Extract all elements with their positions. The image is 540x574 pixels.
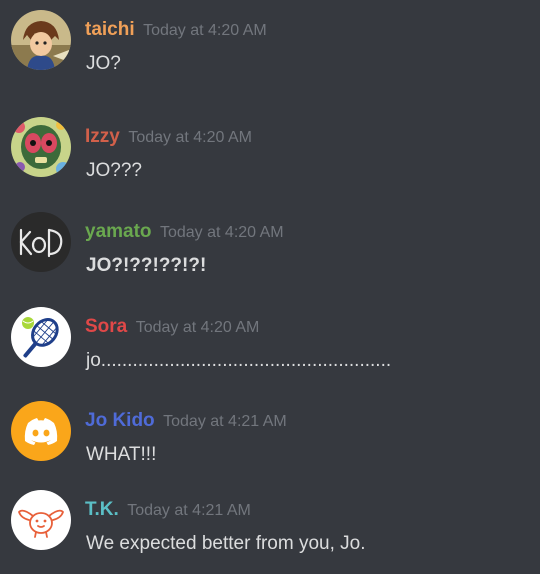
username[interactable]: taichi [85, 19, 135, 40]
message-text: We expected better from you, Jo. [86, 533, 366, 554]
avatar[interactable] [11, 490, 71, 550]
message-header: Sora Today at 4:20 AM [85, 315, 259, 340]
taichi-avatar-icon [11, 10, 71, 70]
message-text: jo......................................… [86, 350, 392, 371]
message-header: Jo Kido Today at 4:21 AM [85, 409, 287, 434]
izzy-avatar-icon [11, 117, 71, 177]
avatar[interactable] [11, 307, 71, 367]
message-text: WHAT!!! [86, 444, 157, 465]
timestamp: Today at 4:20 AM [159, 224, 284, 241]
message-text: JO??? [86, 160, 142, 181]
timestamp: Today at 4:21 AM [127, 502, 251, 519]
avatar[interactable] [11, 401, 71, 461]
message-item: Sora Today at 4:20 AM jo................… [0, 297, 540, 391]
timestamp: Today at 4:21 AM [163, 413, 287, 430]
message-header: T.K. Today at 4:21 AM [85, 498, 251, 523]
chat-messages: taichi Today at 4:20 AM JO? Izzy Today a… [0, 0, 540, 563]
avatar[interactable] [11, 212, 71, 272]
message-item: T.K. Today at 4:21 AM We expected better… [0, 480, 540, 574]
discord-logo-avatar-icon [11, 401, 71, 461]
username[interactable]: T.K. [85, 499, 119, 520]
tennis-racket-avatar-icon [11, 307, 71, 367]
message-item: yamato Today at 4:20 AM JO?!??!??!?! [0, 202, 540, 296]
patamon-avatar-icon [11, 490, 71, 550]
timestamp: Today at 4:20 AM [135, 319, 260, 336]
message-header: Izzy Today at 4:20 AM [85, 125, 252, 150]
timestamp: Today at 4:20 AM [143, 22, 267, 39]
message-text: JO?!??!??!?! [86, 255, 207, 276]
username[interactable]: Jo Kido [85, 410, 155, 431]
message-item: Jo Kido Today at 4:21 AM WHAT!!! [0, 391, 540, 485]
username[interactable]: Izzy [85, 126, 120, 147]
message-header: yamato Today at 4:20 AM [85, 220, 284, 245]
username[interactable]: yamato [85, 221, 152, 242]
timestamp: Today at 4:20 AM [128, 129, 252, 146]
message-item: taichi Today at 4:20 AM JO? [0, 0, 540, 94]
message-text: JO? [86, 53, 121, 74]
avatar[interactable] [11, 117, 71, 177]
avatar[interactable] [11, 10, 71, 70]
message-header: taichi Today at 4:20 AM [85, 18, 267, 43]
username[interactable]: Sora [85, 316, 127, 337]
yamato-avatar-icon [11, 212, 71, 272]
message-item: Izzy Today at 4:20 AM JO??? [0, 107, 540, 201]
